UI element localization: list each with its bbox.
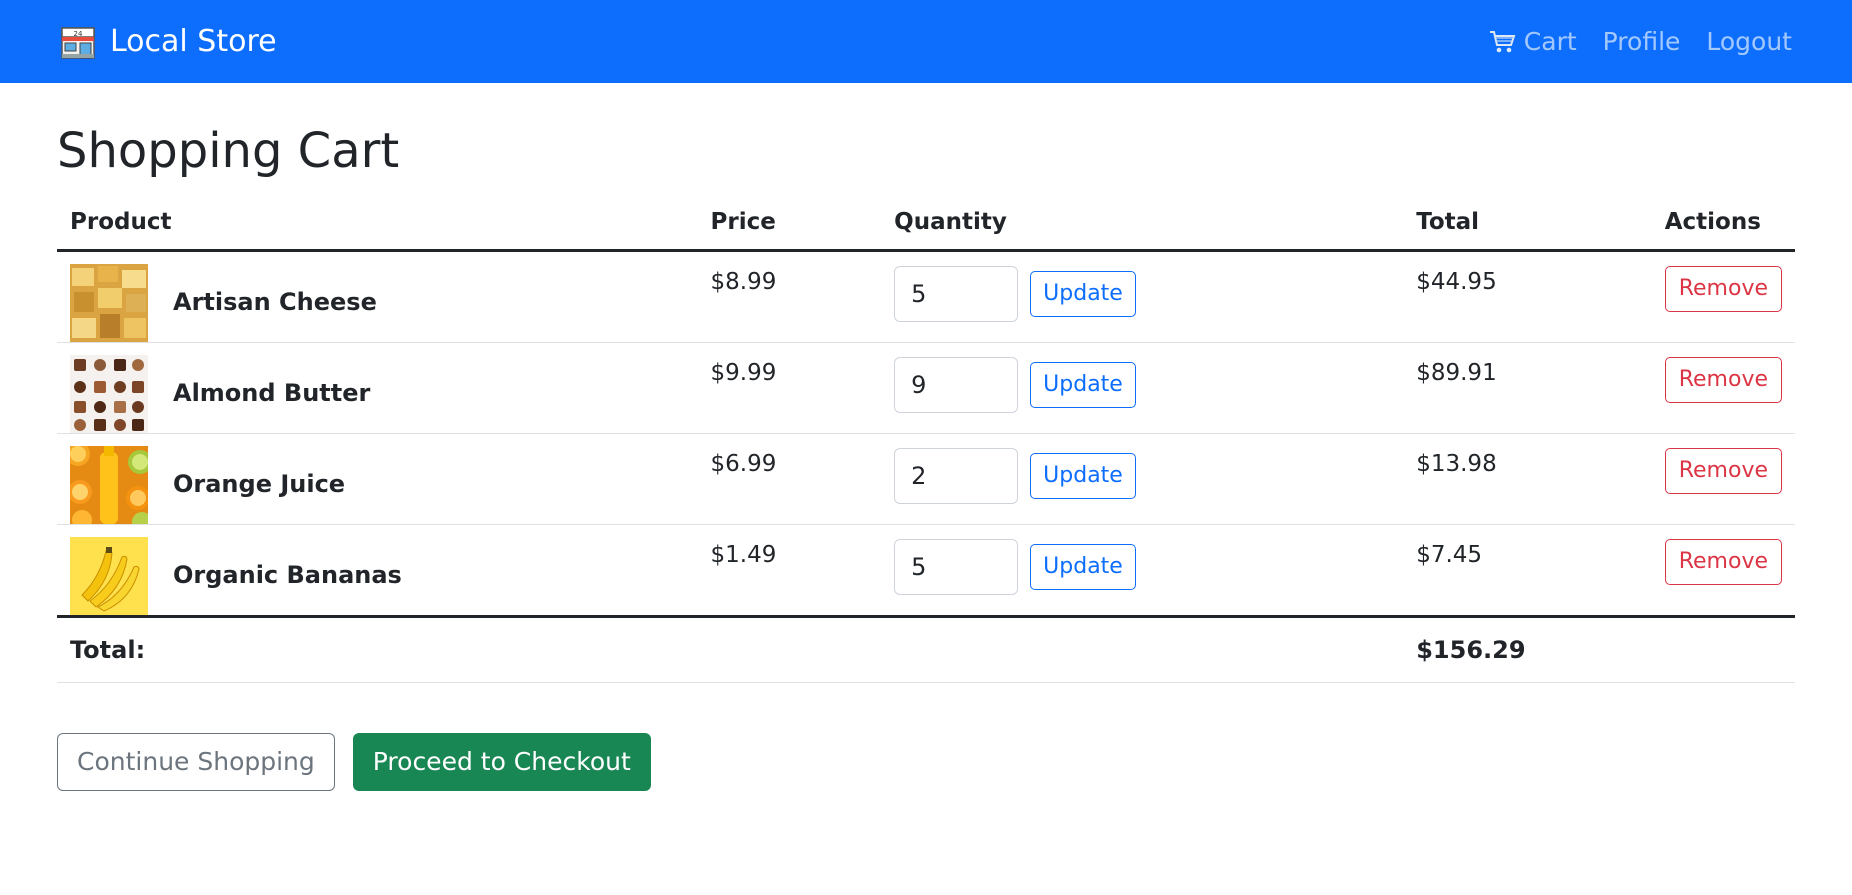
nav-link-cart[interactable]: Cart [1488, 27, 1577, 56]
nav-cart-label: Cart [1523, 27, 1577, 56]
table-row: Orange Juice $6.99 Update $13.98 Remove [57, 433, 1795, 525]
product-price: $8.99 [710, 268, 777, 295]
column-header-product: Product [57, 198, 698, 252]
svg-text:24: 24 [74, 30, 83, 38]
product-name: Almond Butter [173, 378, 371, 407]
update-button[interactable]: Update [1030, 543, 1136, 590]
product-price: $6.99 [710, 450, 777, 477]
column-header-quantity: Quantity [881, 198, 1404, 252]
main-content: Shopping Cart Product Price Quantity Tot… [0, 123, 1852, 791]
nav-link-logout[interactable]: Logout [1706, 27, 1792, 56]
row-total: $13.98 [1416, 450, 1497, 477]
table-row: Artisan Cheese $8.99 Update $44.95 Remov… [57, 250, 1795, 343]
row-total: $89.91 [1416, 359, 1497, 386]
table-row: Organic Bananas $1.49 Update $7.45 Remov… [57, 524, 1795, 618]
remove-button[interactable]: Remove [1664, 538, 1782, 585]
convenience-store-icon: 24 [60, 24, 96, 60]
product-name: Organic Bananas [173, 560, 402, 589]
product-image [70, 354, 148, 433]
product-image [70, 263, 148, 342]
total-label: Total: [57, 616, 1404, 683]
product-price: $9.99 [710, 359, 777, 386]
update-button[interactable]: Update [1030, 270, 1136, 317]
row-total: $44.95 [1416, 268, 1497, 295]
quantity-input[interactable] [894, 538, 1019, 595]
remove-button[interactable]: Remove [1664, 356, 1782, 403]
top-navbar: 24 Local Store Cart Profile Logout [0, 0, 1852, 83]
update-button[interactable]: Update [1030, 452, 1136, 499]
quantity-input[interactable] [894, 447, 1019, 504]
quantity-input[interactable] [894, 356, 1019, 413]
table-header-row: Product Price Quantity Total Actions [57, 198, 1795, 252]
grand-total: $156.29 [1403, 616, 1795, 683]
update-button[interactable]: Update [1030, 361, 1136, 408]
product-image [70, 536, 148, 615]
brand-name: Local Store [110, 24, 277, 59]
brand-link[interactable]: 24 Local Store [60, 24, 277, 60]
product-image [70, 445, 148, 524]
proceed-checkout-button[interactable]: Proceed to Checkout [352, 732, 651, 791]
shopping-cart-icon [1488, 29, 1516, 55]
column-header-total: Total [1403, 198, 1652, 252]
quantity-input[interactable] [894, 265, 1019, 322]
remove-button[interactable]: Remove [1664, 447, 1782, 494]
product-name: Artisan Cheese [173, 287, 377, 316]
continue-shopping-button[interactable]: Continue Shopping [57, 732, 335, 791]
product-name: Orange Juice [173, 469, 346, 498]
column-header-price: Price [697, 198, 882, 252]
table-row: Almond Butter $9.99 Update $89.91 Remove [57, 342, 1795, 434]
cart-actions: Continue Shopping Proceed to Checkout [57, 732, 1795, 791]
page-title: Shopping Cart [57, 123, 400, 179]
cart-table: Product Price Quantity Total Actions Art… [57, 198, 1795, 683]
row-total: $7.45 [1416, 541, 1483, 568]
nav-links: Cart Profile Logout [1488, 27, 1792, 56]
product-price: $1.49 [710, 541, 777, 568]
nav-link-profile[interactable]: Profile [1603, 27, 1681, 56]
column-header-actions: Actions [1651, 198, 1795, 252]
remove-button[interactable]: Remove [1664, 265, 1782, 312]
table-footer-row: Total: $156.29 [57, 616, 1795, 683]
